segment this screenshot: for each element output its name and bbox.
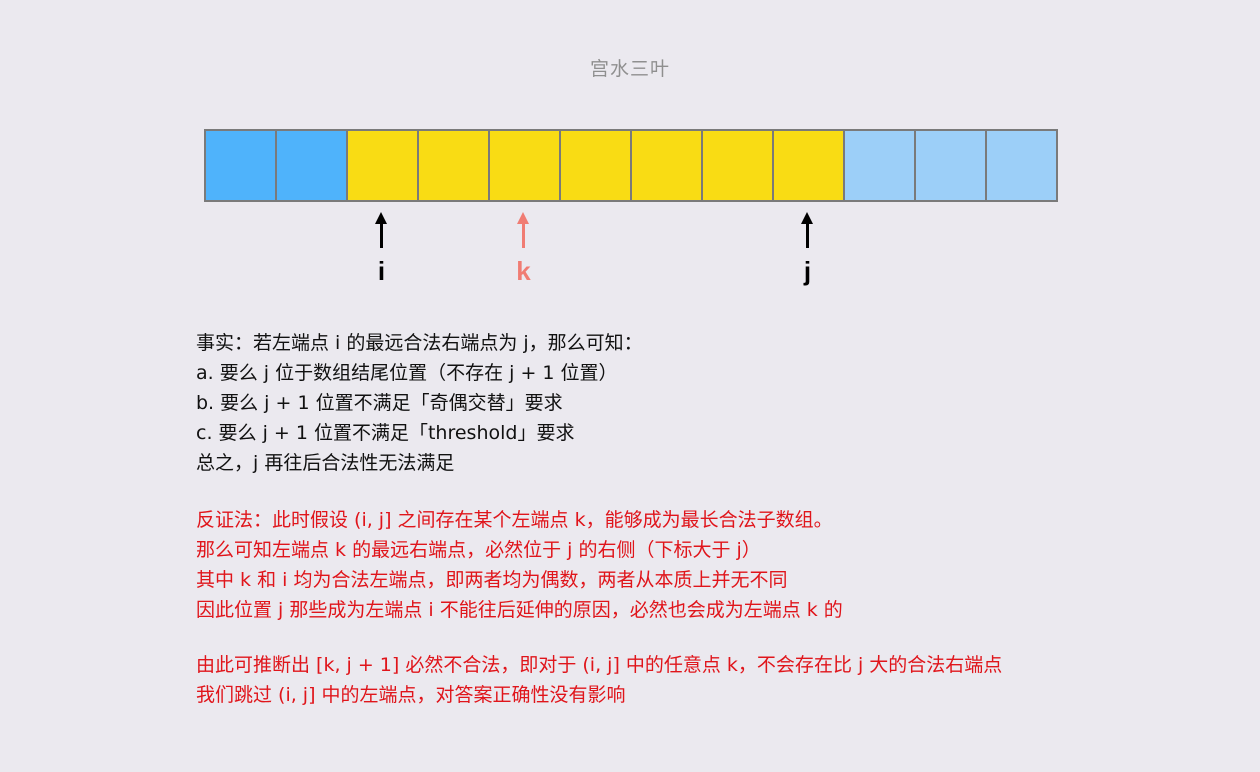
arrow-up-icon-i	[375, 212, 387, 250]
proof-line: 因此位置 j 那些成为左端点 i 不能往后延伸的原因，必然也会成为左端点 k 的	[196, 599, 843, 621]
fact-line: a. 要么 j 位于数组结尾位置（不存在 j + 1 位置）	[196, 362, 618, 384]
fact-line: c. 要么 j + 1 位置不满足「threshold」要求	[196, 422, 575, 444]
pointer-label-j: j	[803, 256, 812, 286]
pointer-label-i: i	[377, 256, 386, 286]
proof-line: 其中 k 和 i 均为合法左端点，即两者均为偶数，两者从本质上并无不同	[196, 569, 788, 591]
conclusion-block: 由此可推断出 [k, j + 1] 必然不合法，即对于 (i, j] 中的任意点…	[196, 650, 1002, 710]
array-cell-1	[277, 131, 348, 200]
array-cell-7	[703, 131, 774, 200]
array-cell-4	[490, 131, 561, 200]
array-cell-6	[632, 131, 703, 200]
array-cell-9	[845, 131, 916, 200]
array-cell-2	[348, 131, 419, 200]
fact-block: 事实：若左端点 i 的最远合法右端点为 j，那么可知： a. 要么 j 位于数组…	[196, 328, 643, 478]
proof-block: 反证法：此时假设 (i, j] 之间存在某个左端点 k，能够成为最长合法子数组。…	[196, 505, 843, 625]
proof-line: 反证法：此时假设 (i, j] 之间存在某个左端点 k，能够成为最长合法子数组。	[196, 509, 833, 531]
array-cell-8	[774, 131, 845, 200]
watermark: 宫水三叶	[589, 58, 670, 80]
array-cell-3	[419, 131, 490, 200]
array-cell-11	[987, 131, 1058, 200]
conclusion-line: 我们跳过 (i, j] 中的左端点，对答案正确性没有影响	[196, 684, 626, 706]
conclusion-line: 由此可推断出 [k, j + 1] 必然不合法，即对于 (i, j] 中的任意点…	[196, 654, 1003, 676]
arrow-up-icon-k	[517, 212, 529, 250]
fact-line: b. 要么 j + 1 位置不满足「奇偶交替」要求	[196, 392, 563, 414]
fact-line: 总之，j 再往后合法性无法满足	[196, 452, 455, 474]
arrow-up-icon-j	[801, 212, 813, 250]
array-diagram	[204, 129, 1058, 202]
array-cell-10	[916, 131, 987, 200]
proof-line: 那么可知左端点 k 的最远右端点，必然位于 j 的右侧（下标大于 j）	[196, 539, 761, 561]
pointer-label-k: k	[516, 256, 531, 286]
array-cell-5	[561, 131, 632, 200]
fact-line: 事实：若左端点 i 的最远合法右端点为 j，那么可知：	[196, 332, 643, 354]
array-cell-0	[206, 131, 277, 200]
